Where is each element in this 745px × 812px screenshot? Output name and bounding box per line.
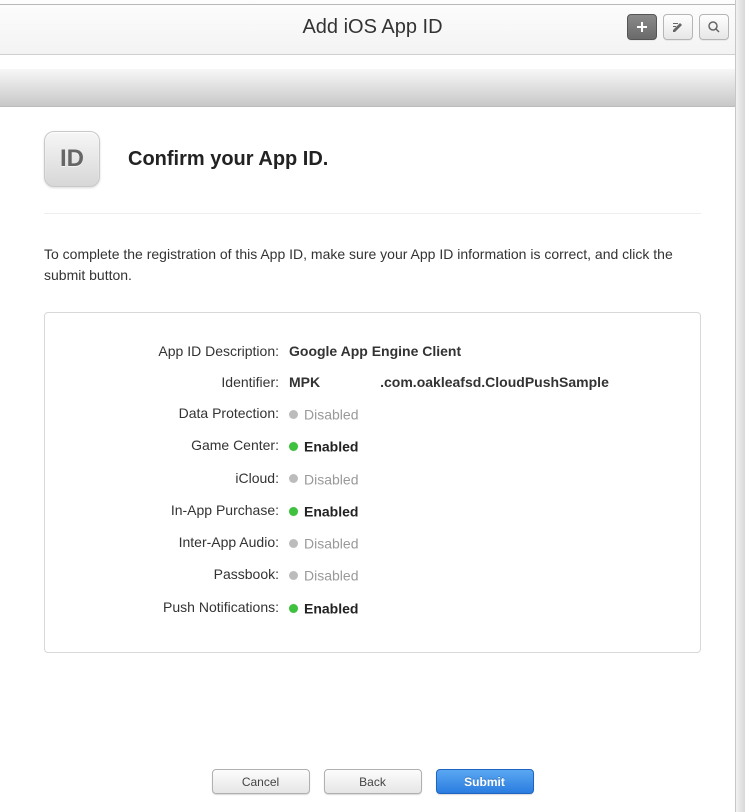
titlebar: Add iOS App ID (0, 0, 745, 55)
identifier-prefix: MPK (289, 374, 320, 390)
titlebar-actions (627, 14, 729, 40)
add-button[interactable] (627, 14, 657, 40)
label-inter-app-audio: Inter-App Audio: (69, 534, 289, 551)
edit-icon (671, 20, 685, 34)
header-gradient (0, 69, 745, 107)
id-badge-text: ID (60, 145, 84, 173)
value-iap: Enabled (289, 502, 676, 519)
plus-icon (636, 21, 648, 33)
status-dot-enabled (289, 442, 298, 451)
header-row: ID Confirm your App ID. (44, 131, 701, 214)
right-edge-chrome (735, 0, 745, 812)
status-text: Disabled (304, 568, 358, 584)
value-description: Google App Engine Client (289, 343, 676, 359)
label-game-center: Game Center: (69, 437, 289, 454)
edit-button[interactable] (663, 14, 693, 40)
row-game-center: Game Center: Enabled (69, 437, 676, 454)
row-push: Push Notifications: Enabled (69, 599, 676, 616)
identifier-bundle: .com.oakleafsd.CloudPushSample (380, 374, 609, 390)
row-data-protection: Data Protection: Disabled (69, 405, 676, 422)
value-game-center: Enabled (289, 437, 676, 454)
value-push: Enabled (289, 599, 676, 616)
spacer (0, 55, 745, 69)
status-text: Disabled (304, 535, 358, 551)
status-text: Enabled (304, 439, 358, 455)
status-dot-disabled (289, 410, 298, 419)
label-identifier: Identifier: (69, 374, 289, 390)
status-dot-enabled (289, 507, 298, 516)
cancel-button[interactable]: Cancel (212, 769, 310, 794)
status-text: Disabled (304, 406, 358, 422)
label-push: Push Notifications: (69, 599, 289, 616)
submit-button[interactable]: Submit (436, 769, 534, 794)
row-iap: In-App Purchase: Enabled (69, 502, 676, 519)
status-text: Disabled (304, 471, 358, 487)
value-identifier: MPK .com.oakleafsd.CloudPushSample (289, 374, 676, 390)
row-passbook: Passbook: Disabled (69, 566, 676, 583)
value-inter-app-audio: Disabled (289, 534, 676, 551)
instruction-text: To complete the registration of this App… (44, 244, 701, 286)
titlebar-divider (0, 4, 745, 5)
footer-actions: Cancel Back Submit (0, 769, 745, 794)
search-icon (707, 20, 721, 34)
status-dot-enabled (289, 604, 298, 613)
details-box: App ID Description: Google App Engine Cl… (44, 312, 701, 653)
status-text: Enabled (304, 503, 358, 519)
value-data-protection: Disabled (289, 405, 676, 422)
label-description: App ID Description: (69, 343, 289, 359)
row-inter-app-audio: Inter-App Audio: Disabled (69, 534, 676, 551)
page-title: Add iOS App ID (302, 16, 442, 39)
id-badge-icon: ID (44, 131, 100, 187)
label-passbook: Passbook: (69, 566, 289, 583)
value-icloud: Disabled (289, 470, 676, 487)
confirm-title: Confirm your App ID. (128, 148, 328, 171)
status-dot-disabled (289, 474, 298, 483)
label-data-protection: Data Protection: (69, 405, 289, 422)
back-button[interactable]: Back (324, 769, 422, 794)
row-description: App ID Description: Google App Engine Cl… (69, 343, 676, 359)
label-iap: In-App Purchase: (69, 502, 289, 519)
status-dot-disabled (289, 539, 298, 548)
row-identifier: Identifier: MPK .com.oakleafsd.CloudPush… (69, 374, 676, 390)
label-icloud: iCloud: (69, 470, 289, 487)
status-dot-disabled (289, 571, 298, 580)
status-text: Enabled (304, 600, 358, 616)
search-button[interactable] (699, 14, 729, 40)
main-content: ID Confirm your App ID. To complete the … (0, 107, 745, 677)
value-passbook: Disabled (289, 566, 676, 583)
row-icloud: iCloud: Disabled (69, 470, 676, 487)
